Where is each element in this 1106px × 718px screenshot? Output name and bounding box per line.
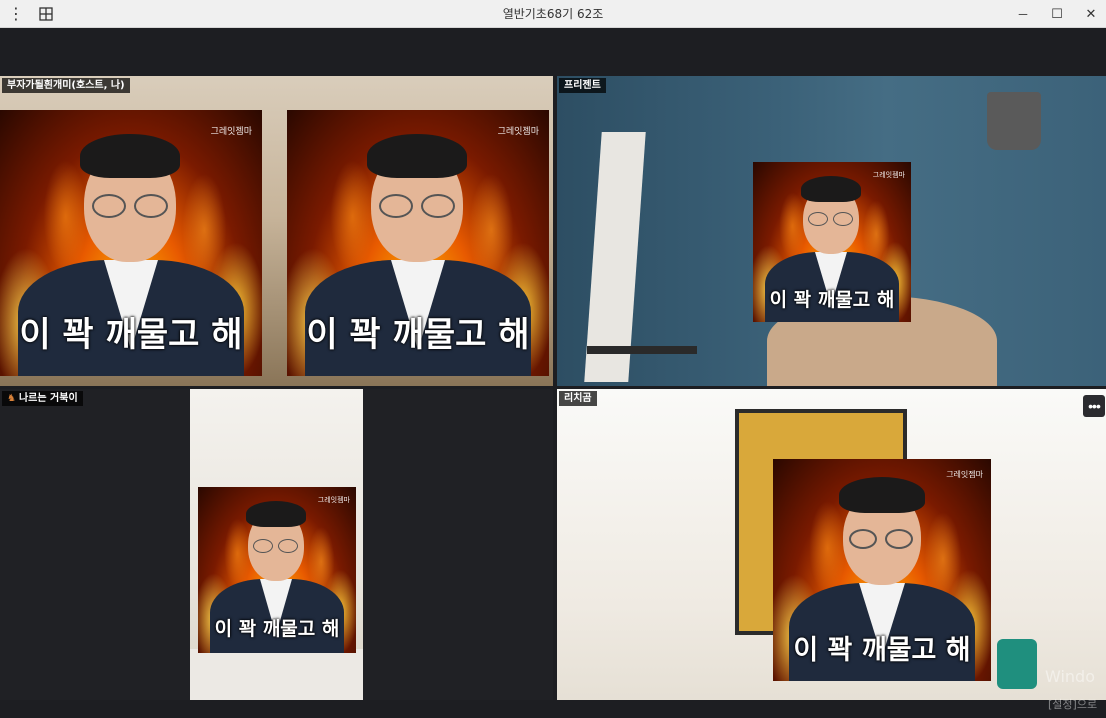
video-watermark: 그레잇젬마 bbox=[497, 127, 539, 137]
video-caption: 이 꽉 깨물고 해 bbox=[769, 289, 895, 311]
windows-activation-hint: [설정]으로 bbox=[1048, 698, 1098, 711]
shared-video: 그레잇젬마 이 꽉 깨물고 해 bbox=[753, 162, 911, 322]
video-watermark: 그레잇젬마 bbox=[210, 127, 252, 137]
more-options-button[interactable]: ••• bbox=[1083, 395, 1105, 417]
video-tile-participant[interactable]: 리치곰 ••• 그레잇젬마 이 꽉 깨물고 해 Windo bbox=[557, 389, 1106, 700]
minimize-button[interactable]: ─ bbox=[1012, 0, 1034, 28]
shared-video: 그레잇젬마 이 꽉 깨물고 해 bbox=[0, 110, 262, 376]
participant-name-label: 나르는 거북이 bbox=[18, 393, 78, 404]
participant-name: 리치곰 bbox=[559, 391, 597, 406]
maximize-button[interactable]: ☐ bbox=[1046, 0, 1068, 28]
video-watermark: 그레잇젬마 bbox=[872, 171, 905, 179]
participant-name: 부자가될흰개미(호스트, 나) bbox=[2, 78, 130, 93]
gallery-view: 부자가될흰개미(호스트, 나) 그레잇젬마 이 꽉 깨물고 해 그레잇젬마 이 … bbox=[0, 28, 1106, 718]
video-caption: 이 꽉 깨물고 해 bbox=[214, 618, 340, 640]
shared-video: 그레잇젬마 이 꽉 깨물고 해 bbox=[287, 110, 549, 376]
arms bbox=[190, 649, 363, 700]
window-title: 열반기초68기 62조 bbox=[502, 7, 604, 21]
cushion bbox=[997, 639, 1037, 689]
video-tile-host[interactable]: 부자가될흰개미(호스트, 나) 그레잇젬마 이 꽉 깨물고 해 그레잇젬마 이 … bbox=[0, 76, 553, 386]
video-tile-participant[interactable]: 프리젠트 그레잇젬마 이 꽉 깨물고 해 bbox=[557, 76, 1106, 386]
video-caption: 이 꽉 깨물고 해 bbox=[306, 315, 530, 355]
video-tile-participant[interactable]: ♞ 나르는 거북이 그레잇젬마 이 꽉 깨물고 해 bbox=[0, 389, 553, 700]
video-watermark: 그레잇젬마 bbox=[946, 470, 983, 479]
participant-name: ♞ 나르는 거북이 bbox=[2, 391, 83, 406]
shared-video: 그레잇젬마 이 꽉 깨물고 해 bbox=[198, 487, 356, 653]
windows-activation-watermark: Windo bbox=[1045, 667, 1095, 686]
video-watermark: 그레잇젬마 bbox=[317, 496, 350, 504]
avatar-icon: ♞ bbox=[7, 393, 16, 404]
participant-name: 프리젠트 bbox=[559, 78, 606, 93]
video-caption: 이 꽉 깨물고 해 bbox=[793, 635, 971, 666]
title-bar: ⋮ 열반기초68기 62조 ─ ☐ ✕ bbox=[0, 0, 1106, 28]
floor-lamp bbox=[987, 92, 1041, 150]
close-button[interactable]: ✕ bbox=[1080, 0, 1102, 28]
shared-video: 그레잇젬마 이 꽉 깨물고 해 bbox=[773, 459, 991, 681]
console-table bbox=[587, 346, 697, 354]
video-caption: 이 꽉 깨물고 해 bbox=[19, 315, 243, 355]
